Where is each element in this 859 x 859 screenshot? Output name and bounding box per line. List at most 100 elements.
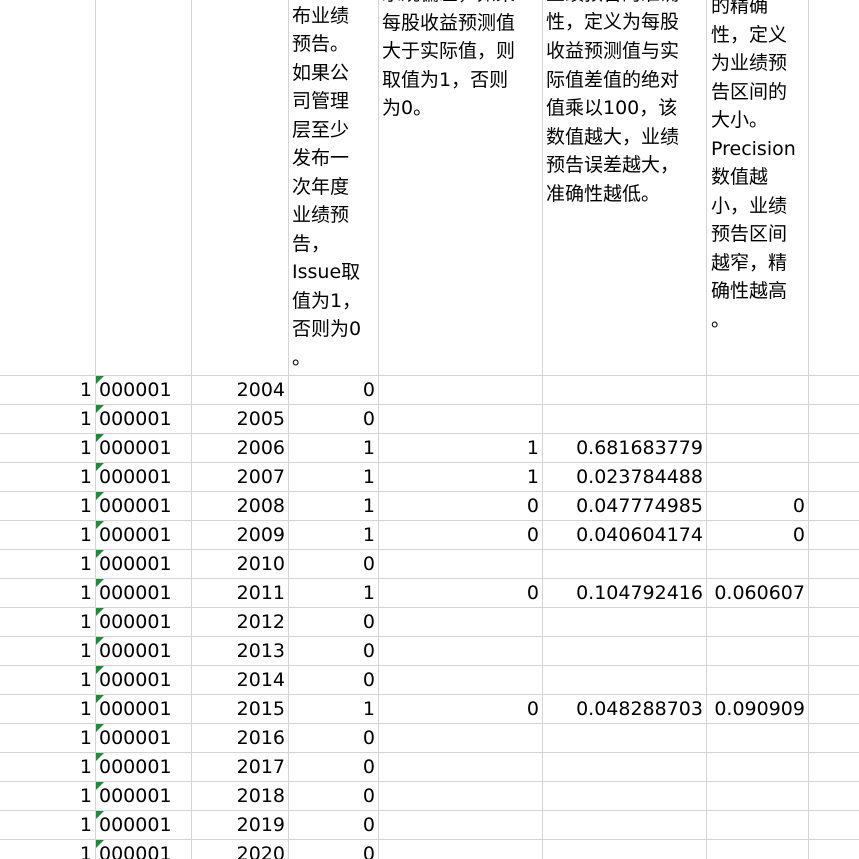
cell-accuracy[interactable] (542, 724, 703, 753)
cell-bias[interactable] (378, 753, 539, 782)
cell-bias[interactable]: 1 (378, 463, 539, 492)
cell-index[interactable]: 1 (0, 463, 92, 492)
cell-precision[interactable]: 0 (706, 492, 805, 521)
cell-precision[interactable] (706, 405, 805, 434)
cell-issue[interactable]: 1 (288, 463, 375, 492)
cell-stock-code[interactable]: 000001 (99, 782, 189, 811)
cell-index[interactable]: 1 (0, 608, 92, 637)
cell-year[interactable]: 2015 (191, 695, 285, 724)
cell-precision[interactable] (706, 724, 805, 753)
cell-accuracy[interactable] (542, 376, 703, 405)
cell-index[interactable]: 1 (0, 840, 92, 859)
cell-accuracy[interactable]: 0.681683779 (542, 434, 703, 463)
cell-stock-code[interactable]: 000001 (99, 753, 189, 782)
cell-index[interactable]: 1 (0, 434, 92, 463)
cell-issue[interactable]: 1 (288, 695, 375, 724)
cell-accuracy[interactable]: 0.048288703 (542, 695, 703, 724)
cell-precision[interactable]: 0 (706, 521, 805, 550)
cell-stock-code[interactable]: 000001 (99, 492, 189, 521)
cell-year[interactable]: 2012 (191, 608, 285, 637)
header-cell-issue[interactable]: 是否发 布业绩 预告。 如果公 司管理 层至少 发布一 次年度 业绩预 告， I… (292, 0, 378, 372)
cell-precision[interactable] (706, 463, 805, 492)
cell-year[interactable]: 2013 (191, 637, 285, 666)
cell-precision[interactable] (706, 608, 805, 637)
cell-index[interactable]: 1 (0, 376, 92, 405)
cell-issue[interactable]: 0 (288, 405, 375, 434)
cell-index[interactable]: 1 (0, 724, 92, 753)
cell-index[interactable]: 1 (0, 637, 92, 666)
cell-stock-code[interactable]: 000001 (99, 811, 189, 840)
cell-issue[interactable]: 1 (288, 521, 375, 550)
cell-stock-code[interactable]: 000001 (99, 579, 189, 608)
cell-issue[interactable]: 1 (288, 579, 375, 608)
cell-accuracy[interactable]: 0.040604174 (542, 521, 703, 550)
cell-accuracy[interactable] (542, 811, 703, 840)
cell-index[interactable]: 1 (0, 550, 92, 579)
cell-issue[interactable]: 0 (288, 753, 375, 782)
cell-index[interactable]: 1 (0, 521, 92, 550)
cell-stock-code[interactable]: 000001 (99, 840, 189, 859)
cell-stock-code[interactable]: 000001 (99, 724, 189, 753)
cell-stock-code[interactable]: 000001 (99, 521, 189, 550)
cell-issue[interactable]: 0 (288, 724, 375, 753)
cell-index[interactable]: 1 (0, 695, 92, 724)
cell-bias[interactable] (378, 666, 539, 695)
cell-precision[interactable]: 0.090909 (706, 695, 805, 724)
cell-accuracy[interactable] (542, 637, 703, 666)
cell-issue[interactable]: 0 (288, 782, 375, 811)
cell-bias[interactable] (378, 637, 539, 666)
cell-year[interactable]: 2014 (191, 666, 285, 695)
cell-issue[interactable]: 0 (288, 811, 375, 840)
cell-index[interactable]: 1 (0, 579, 92, 608)
cell-year[interactable]: 2017 (191, 753, 285, 782)
cell-year[interactable]: 2005 (191, 405, 285, 434)
cell-accuracy[interactable]: 0.104792416 (542, 579, 703, 608)
cell-stock-code[interactable]: 000001 (99, 463, 189, 492)
cell-accuracy[interactable] (542, 608, 703, 637)
cell-issue[interactable]: 0 (288, 637, 375, 666)
cell-bias[interactable] (378, 724, 539, 753)
cell-issue[interactable]: 0 (288, 840, 375, 859)
cell-issue[interactable]: 1 (288, 434, 375, 463)
cell-precision[interactable] (706, 811, 805, 840)
cell-bias[interactable]: 1 (378, 434, 539, 463)
header-cell-bias[interactable]: 乐观偏差，如果 每股收益预测值 大于实际值，则 取值为1，否则 为0。 (382, 0, 540, 123)
cell-accuracy[interactable] (542, 405, 703, 434)
cell-accuracy[interactable]: 0.047774985 (542, 492, 703, 521)
cell-year[interactable]: 2020 (191, 840, 285, 859)
cell-stock-code[interactable]: 000001 (99, 608, 189, 637)
cell-issue[interactable]: 0 (288, 376, 375, 405)
cell-bias[interactable] (378, 840, 539, 859)
cell-precision[interactable]: 0.060607 (706, 579, 805, 608)
cell-issue[interactable]: 0 (288, 666, 375, 695)
cell-stock-code[interactable]: 000001 (99, 550, 189, 579)
cell-stock-code[interactable]: 000001 (99, 637, 189, 666)
cell-precision[interactable] (706, 753, 805, 782)
cell-accuracy[interactable]: 0.023784488 (542, 463, 703, 492)
cell-bias[interactable]: 0 (378, 492, 539, 521)
cell-precision[interactable] (706, 434, 805, 463)
cell-accuracy[interactable] (542, 840, 703, 859)
cell-precision[interactable] (706, 637, 805, 666)
cell-year[interactable]: 2018 (191, 782, 285, 811)
cell-precision[interactable] (706, 840, 805, 859)
cell-year[interactable]: 2004 (191, 376, 285, 405)
cell-stock-code[interactable]: 000001 (99, 434, 189, 463)
cell-year[interactable]: 2016 (191, 724, 285, 753)
cell-year[interactable]: 2008 (191, 492, 285, 521)
cell-year[interactable]: 2011 (191, 579, 285, 608)
cell-stock-code[interactable]: 000001 (99, 695, 189, 724)
cell-year[interactable]: 2006 (191, 434, 285, 463)
cell-index[interactable]: 1 (0, 492, 92, 521)
cell-year[interactable]: 2010 (191, 550, 285, 579)
cell-accuracy[interactable] (542, 753, 703, 782)
cell-precision[interactable] (706, 666, 805, 695)
cell-index[interactable]: 1 (0, 782, 92, 811)
cell-bias[interactable]: 0 (378, 695, 539, 724)
cell-bias[interactable]: 0 (378, 521, 539, 550)
cell-precision[interactable] (706, 376, 805, 405)
cell-precision[interactable] (706, 782, 805, 811)
cell-bias[interactable] (378, 550, 539, 579)
cell-bias[interactable] (378, 782, 539, 811)
cell-year[interactable]: 2019 (191, 811, 285, 840)
